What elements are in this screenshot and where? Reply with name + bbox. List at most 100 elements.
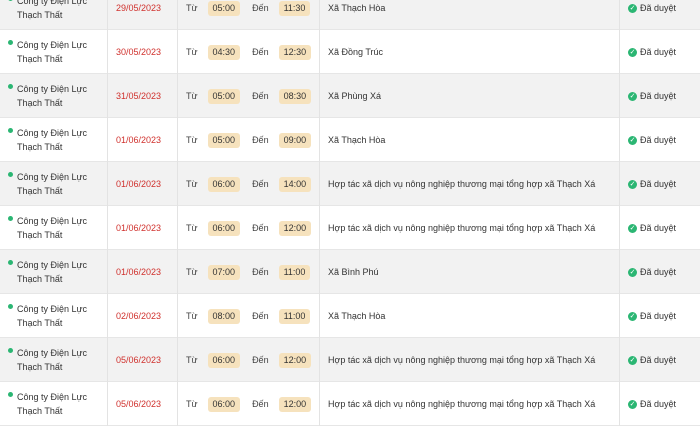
table-row[interactable]: Công ty Điện Lực Thạch Thất 31/05/2023 Từ 0… xyxy=(0,74,700,118)
to-label: Đến xyxy=(252,223,269,233)
from-label: Từ xyxy=(186,267,198,277)
date-cell: 05/06/2023 xyxy=(108,338,178,382)
table-row[interactable]: Công ty Điện Lực Thạch Thất 30/05/2023 Từ 0… xyxy=(0,30,700,74)
check-circle-icon: ✓ xyxy=(628,179,637,189)
unit-cell: Công ty Điện Lực Thạch Thất xyxy=(0,338,108,382)
from-label: Từ xyxy=(186,355,198,365)
affected-area: Xã Phùng Xá xyxy=(328,91,382,101)
unit-name: Công ty Điện Lực Thạch Thất xyxy=(17,392,88,416)
status-badge: Đã duyệt xyxy=(640,91,677,101)
time-cell: Từ 05:00 Đến 09:00 xyxy=(178,118,320,162)
unit-cell: Công ty Điện Lực Thạch Thất xyxy=(0,162,108,206)
area-cell: Xã Phùng Xá xyxy=(320,74,620,118)
end-time-chip: 12:00 xyxy=(278,396,312,412)
table-row[interactable]: Công ty Điện Lực Thạch Thất 29/05/2023 Từ 0… xyxy=(0,0,700,30)
start-time-chip: 05:00 xyxy=(207,0,241,16)
to-label: Đến xyxy=(252,399,269,409)
unit-name: Công ty Điện Lực Thạch Thất xyxy=(17,172,88,196)
affected-area: Xã Bình Phú xyxy=(328,267,379,277)
outage-date: 01/06/2023 xyxy=(116,223,162,233)
unit-cell: Công ty Điện Lực Thạch Thất xyxy=(0,382,108,426)
active-dot-icon xyxy=(8,40,13,45)
unit-name: Công ty Điện Lực Thạch Thất xyxy=(17,128,88,152)
status-badge: Đã duyệt xyxy=(640,135,677,145)
affected-area: Xã Đồng Trúc xyxy=(328,47,384,57)
active-dot-icon xyxy=(8,260,13,265)
status-cell: ✓ Đã duyệt xyxy=(620,74,700,118)
status-cell: ✓ Đã duyệt xyxy=(620,250,700,294)
outage-schedule-table: Công ty Điện Lực Thạch Thất 29/05/2023 Từ 0… xyxy=(0,0,700,430)
status-badge: Đã duyệt xyxy=(640,3,677,13)
area-cell: Xã Đồng Trúc xyxy=(320,30,620,74)
status-cell: ✓ Đã duyệt xyxy=(620,162,700,206)
table-row[interactable]: Công ty Điện Lực Thạch Thất 05/06/2023 Từ 0… xyxy=(0,338,700,382)
unit-name: Công ty Điện Lực Thạch Thất xyxy=(17,40,88,64)
table-row[interactable]: Công ty Điện Lực Thạch Thất 02/06/2023 Từ 0… xyxy=(0,294,700,338)
end-time-chip: 12:00 xyxy=(278,352,312,368)
table-row[interactable]: Công ty Điện Lực Thạch Thất 01/06/2023 Từ 0… xyxy=(0,206,700,250)
end-time-chip: 08:30 xyxy=(278,88,312,104)
check-circle-icon: ✓ xyxy=(628,223,637,233)
time-cell: Từ 06:00 Đến 14:00 xyxy=(178,162,320,206)
check-circle-icon: ✓ xyxy=(628,3,637,13)
end-time-chip: 09:00 xyxy=(278,132,312,148)
unit-name: Công ty Điện Lực Thạch Thất xyxy=(17,348,88,372)
table-row[interactable]: Công ty Điện Lực Thạch Thất 01/06/2023 Từ 0… xyxy=(0,162,700,206)
table-row[interactable]: Công ty Điện Lực Thạch Thất 05/06/2023 Từ 0… xyxy=(0,382,700,426)
status-badge: Đã duyệt xyxy=(640,47,677,57)
time-cell: Từ 06:00 Đến 12:00 xyxy=(178,382,320,426)
active-dot-icon xyxy=(8,128,13,133)
active-dot-icon xyxy=(8,392,13,397)
from-label: Từ xyxy=(186,179,198,189)
outage-date: 02/06/2023 xyxy=(116,311,162,321)
start-time-chip: 05:00 xyxy=(207,132,241,148)
start-time-chip: 06:00 xyxy=(207,396,241,412)
affected-area: Hợp tác xã dịch vụ nông nghiệp thương mạ… xyxy=(328,179,596,189)
status-badge: Đã duyệt xyxy=(640,179,677,189)
unit-name: Công ty Điện Lực Thạch Thất xyxy=(17,84,88,108)
outage-date: 05/06/2023 xyxy=(116,399,162,409)
check-circle-icon: ✓ xyxy=(628,399,637,409)
unit-name: Công ty Điện Lực Thạch Thất xyxy=(17,0,88,20)
active-dot-icon xyxy=(8,0,13,1)
active-dot-icon xyxy=(8,84,13,89)
unit-cell: Công ty Điện Lực Thạch Thất xyxy=(0,0,108,30)
unit-cell: Công ty Điện Lực Thạch Thất xyxy=(0,294,108,338)
status-cell: ✓ Đã duyệt xyxy=(620,118,700,162)
table-row[interactable]: Công ty Điện Lực Thạch Thất 01/06/2023 Từ 0… xyxy=(0,118,700,162)
from-label: Từ xyxy=(186,135,198,145)
outage-date: 01/06/2023 xyxy=(116,135,162,145)
to-label: Đến xyxy=(252,179,269,189)
outage-date: 31/05/2023 xyxy=(116,91,162,101)
date-cell: 01/06/2023 xyxy=(108,118,178,162)
check-circle-icon: ✓ xyxy=(628,47,637,57)
status-badge: Đã duyệt xyxy=(640,223,677,233)
status-badge: Đã duyệt xyxy=(640,267,677,277)
status-cell: ✓ Đã duyệt xyxy=(620,206,700,250)
end-time-chip: 11:00 xyxy=(278,308,311,324)
area-cell: Hợp tác xã dịch vụ nông nghiệp thương mạ… xyxy=(320,338,620,382)
check-circle-icon: ✓ xyxy=(628,135,637,145)
to-label: Đến xyxy=(252,3,269,13)
table-row[interactable]: Công ty Điện Lực Thạch Thất 01/06/2023 Từ 0… xyxy=(0,250,700,294)
start-time-chip: 06:00 xyxy=(207,352,241,368)
unit-cell: Công ty Điện Lực Thạch Thất xyxy=(0,30,108,74)
affected-area: Hợp tác xã dịch vụ nông nghiệp thương mạ… xyxy=(328,399,596,409)
end-time-chip: 11:30 xyxy=(278,0,311,16)
time-cell: Từ 05:00 Đến 08:30 xyxy=(178,74,320,118)
status-badge: Đã duyệt xyxy=(640,399,677,409)
check-circle-icon: ✓ xyxy=(628,91,637,101)
status-cell: ✓ Đã duyệt xyxy=(620,0,700,30)
to-label: Đến xyxy=(252,355,269,365)
time-cell: Từ 04:30 Đến 12:30 xyxy=(178,30,320,74)
check-circle-icon: ✓ xyxy=(628,311,637,321)
end-time-chip: 12:30 xyxy=(278,44,312,60)
affected-area: Hợp tác xã dịch vụ nông nghiệp thương mạ… xyxy=(328,223,596,233)
area-cell: Xã Bình Phú xyxy=(320,250,620,294)
start-time-chip: 05:00 xyxy=(207,88,241,104)
affected-area: Xã Thạch Hòa xyxy=(328,311,386,321)
affected-area: Hợp tác xã dịch vụ nông nghiệp thương mạ… xyxy=(328,355,596,365)
date-cell: 30/05/2023 xyxy=(108,30,178,74)
affected-area: Xã Thạch Hòa xyxy=(328,3,386,13)
to-label: Đến xyxy=(252,267,269,277)
